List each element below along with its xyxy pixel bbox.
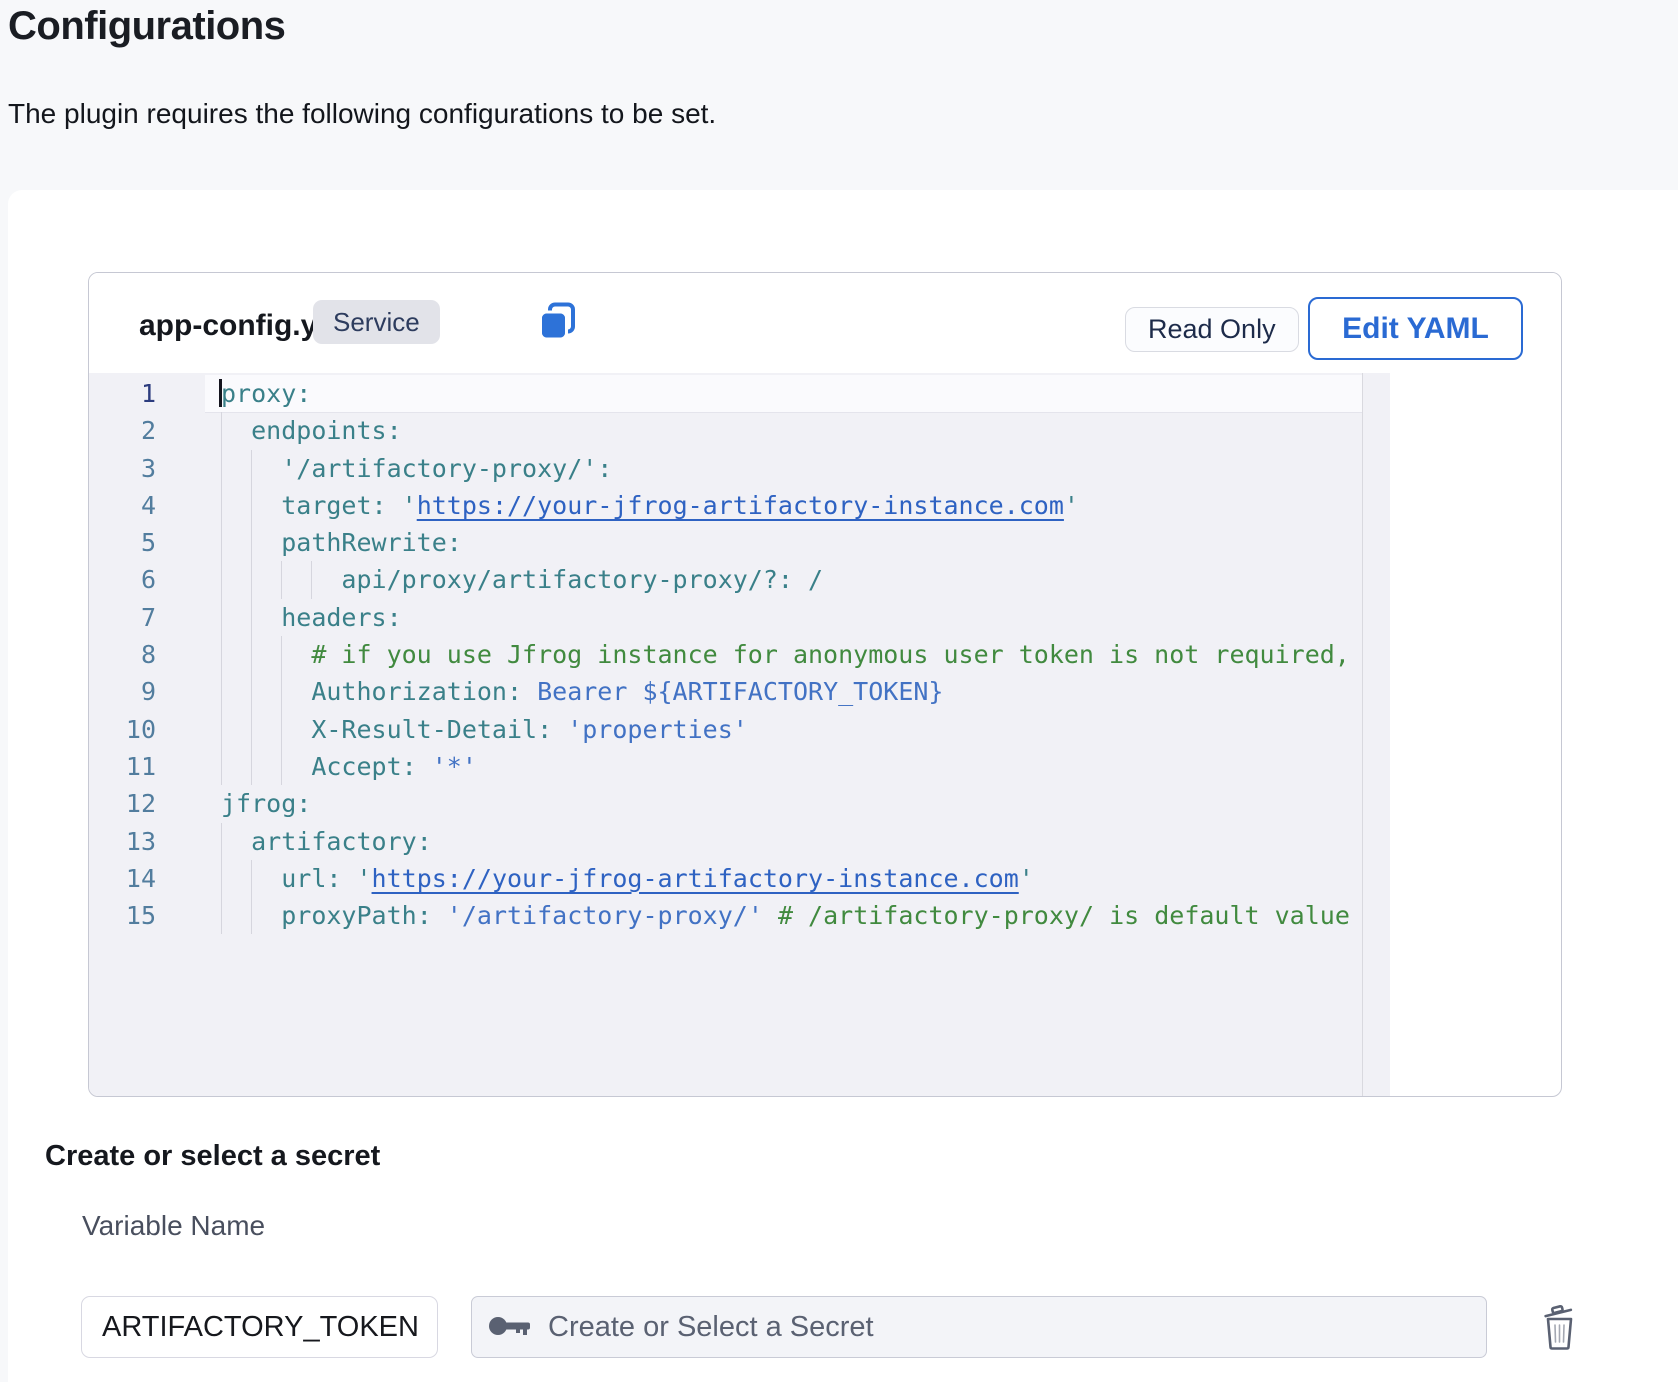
indent-guide xyxy=(251,561,252,598)
indent-guide xyxy=(281,748,282,785)
indent-guide xyxy=(251,673,252,710)
code-line: 5 pathRewrite: xyxy=(89,524,1362,561)
line-number: 10 xyxy=(89,711,156,748)
scrollbar-track[interactable] xyxy=(1362,373,1363,1096)
indent-guide xyxy=(251,636,252,673)
code-lines-container: 1proxy:2 endpoints:3 '/artifactory-proxy… xyxy=(89,375,1362,1096)
code-line: 7 headers: xyxy=(89,599,1362,636)
indent-guide xyxy=(221,450,222,487)
trash-icon[interactable] xyxy=(1540,1303,1582,1351)
line-number: 2 xyxy=(89,412,156,449)
indent-guide xyxy=(221,823,222,860)
copy-icon[interactable] xyxy=(537,301,579,343)
indent-guide xyxy=(251,711,252,748)
line-number: 5 xyxy=(89,524,156,561)
yaml-editor-card: app-config.yaml Service Read Only Edit Y… xyxy=(88,272,1562,1097)
code-line-text: endpoints: xyxy=(221,416,402,445)
indent-guide xyxy=(311,561,312,598)
code-line-text: jfrog: xyxy=(221,789,311,818)
code-line-text: target: 'https://your-jfrog-artifactory-… xyxy=(221,491,1079,520)
line-number: 14 xyxy=(89,860,156,897)
line-number: 11 xyxy=(89,748,156,785)
secret-select-input[interactable] xyxy=(471,1296,1487,1358)
read-only-button[interactable]: Read Only xyxy=(1125,307,1299,352)
line-number: 3 xyxy=(89,450,156,487)
indent-guide xyxy=(221,487,222,524)
line-number: 7 xyxy=(89,599,156,636)
code-line-text: Authorization: Bearer ${ARTIFACTORY_TOKE… xyxy=(221,677,943,706)
indent-guide xyxy=(251,748,252,785)
code-line: 2 endpoints: xyxy=(89,412,1362,449)
code-line-text: url: 'https://your-jfrog-artifactory-ins… xyxy=(221,864,1034,893)
indent-guide xyxy=(221,748,222,785)
variable-name-label: Variable Name xyxy=(82,1210,265,1242)
line-number: 4 xyxy=(89,487,156,524)
indent-guide xyxy=(221,524,222,561)
yaml-card-header: app-config.yaml Service Read Only Edit Y… xyxy=(89,273,1561,373)
indent-guide xyxy=(251,450,252,487)
code-line-text: '/artifactory-proxy/': xyxy=(221,454,612,483)
indent-guide xyxy=(221,561,222,598)
code-line-text: Accept: '*' xyxy=(221,752,477,781)
line-number: 6 xyxy=(89,561,156,598)
code-editor[interactable]: 1proxy:2 endpoints:3 '/artifactory-proxy… xyxy=(89,373,1390,1096)
indent-guide xyxy=(251,860,252,897)
code-line-text: pathRewrite: xyxy=(221,528,462,557)
code-line: 3 '/artifactory-proxy/': xyxy=(89,450,1362,487)
indent-guide xyxy=(281,561,282,598)
indent-guide xyxy=(221,636,222,673)
code-line-text: proxyPath: '/artifactory-proxy/' # /arti… xyxy=(221,901,1350,930)
code-line: 8 # if you use Jfrog instance for anonym… xyxy=(89,636,1362,673)
code-line: 11 Accept: '*' xyxy=(89,748,1362,785)
line-number: 8 xyxy=(89,636,156,673)
code-line: 9 Authorization: Bearer ${ARTIFACTORY_TO… xyxy=(89,673,1362,710)
indent-guide xyxy=(281,636,282,673)
code-line: 12 jfrog: xyxy=(89,785,1362,822)
code-line: 14 url: 'https://your-jfrog-artifactory-… xyxy=(89,860,1362,897)
indent-guide xyxy=(251,487,252,524)
indent-guide xyxy=(221,860,222,897)
code-line: 15 proxyPath: '/artifactory-proxy/' # /a… xyxy=(89,897,1362,934)
code-line-text: artifactory: xyxy=(221,827,432,856)
code-line: 1 proxy: xyxy=(89,375,1362,412)
line-number: 15 xyxy=(89,897,156,934)
code-line: 10 X-Result-Detail: 'properties' xyxy=(89,711,1362,748)
indent-guide xyxy=(251,524,252,561)
variable-name-input[interactable] xyxy=(81,1296,438,1358)
indent-guide xyxy=(281,711,282,748)
indent-guide xyxy=(221,412,222,449)
code-line-text: proxy: xyxy=(221,379,311,408)
indent-guide xyxy=(221,673,222,710)
indent-guide xyxy=(221,711,222,748)
code-line-text: X-Result-Detail: 'properties' xyxy=(221,715,748,744)
line-number: 9 xyxy=(89,673,156,710)
service-badge: Service xyxy=(313,300,440,344)
code-line: 13 artifactory: xyxy=(89,823,1362,860)
code-line: 6 api/proxy/artifactory-proxy/?: / xyxy=(89,561,1362,598)
edit-yaml-button[interactable]: Edit YAML xyxy=(1308,297,1523,360)
code-line-text: headers: xyxy=(221,603,402,632)
indent-guide xyxy=(251,599,252,636)
code-line-text: # if you use Jfrog instance for anonymou… xyxy=(221,640,1350,669)
secret-section-heading: Create or select a secret xyxy=(45,1140,380,1173)
line-number: 13 xyxy=(89,823,156,860)
code-line: 4 target: 'https://your-jfrog-artifactor… xyxy=(89,487,1362,524)
page-title: Configurations xyxy=(8,4,285,49)
page-subtitle: The plugin requires the following config… xyxy=(8,98,716,130)
indent-guide xyxy=(221,897,222,934)
indent-guide xyxy=(281,673,282,710)
text-cursor xyxy=(219,379,222,407)
indent-guide xyxy=(251,897,252,934)
line-number: 1 xyxy=(89,375,156,412)
indent-guide xyxy=(221,599,222,636)
line-number: 12 xyxy=(89,785,156,822)
